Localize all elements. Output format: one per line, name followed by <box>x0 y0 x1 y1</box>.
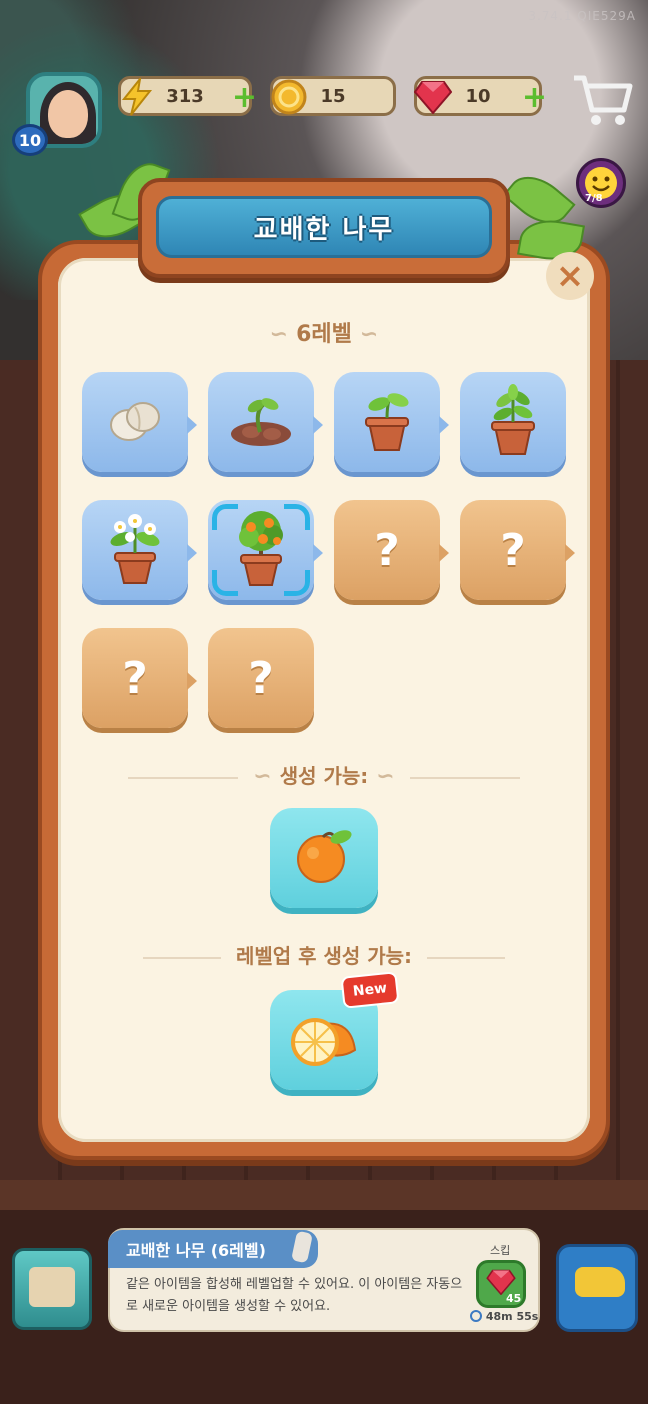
swirl-left-icon: ∽ <box>269 322 289 347</box>
arrow-icon <box>187 416 197 434</box>
stage-tile-3[interactable] <box>334 372 449 472</box>
orange-tree-pot-icon <box>229 509 293 591</box>
orange-icon <box>293 827 355 889</box>
item-info-tab[interactable]: 교배한 나무 (6레벨) <box>108 1230 318 1268</box>
stage-tile-1[interactable] <box>82 372 197 472</box>
coin-value: 15 <box>320 85 346 107</box>
arrow-icon <box>187 672 197 690</box>
divider-line <box>409 776 520 779</box>
unknown-label: ? <box>500 524 526 576</box>
produce-item-tile[interactable] <box>270 808 378 908</box>
sprouting-soil-icon <box>226 392 296 452</box>
version-label: 3.74.1 QIE529A <box>528 9 636 23</box>
unknown-label: ? <box>374 524 400 576</box>
after-levelup-heading: 레벨업 후 생성 가능: <box>90 940 558 969</box>
shopping-cart-icon[interactable] <box>570 70 636 130</box>
arrow-icon <box>439 416 449 434</box>
close-button[interactable]: × <box>546 252 594 300</box>
stage-tile-7-locked[interactable]: ? <box>334 500 449 600</box>
stage-tile-5[interactable] <box>82 500 197 600</box>
divider-line <box>128 776 239 779</box>
arrow-icon <box>187 544 197 562</box>
can-produce-heading: ∽ 생성 가능: ∽ <box>90 760 558 789</box>
arrow-icon <box>313 416 323 434</box>
walnut-seeds-icon <box>105 395 165 449</box>
unknown-label: ? <box>248 652 274 704</box>
divider-line <box>142 956 221 959</box>
avatar-face <box>48 90 88 138</box>
production-timer: 48m 55s <box>470 1310 538 1323</box>
storage-chest-icon[interactable] <box>12 1248 92 1330</box>
can-produce-text: 생성 가능: <box>279 764 369 788</box>
background-shelf <box>0 1180 648 1210</box>
gem-counter[interactable]: 10 + <box>414 76 547 116</box>
item-info-title: 교배한 나무 (6레벨) <box>126 1241 266 1260</box>
skip-label: 스킵 <box>490 1244 511 1257</box>
energy-value: 313 <box>166 85 204 107</box>
arrow-icon <box>439 544 449 562</box>
title-banner: 교배한 나무 <box>156 196 492 258</box>
new-badge: New <box>340 971 400 1009</box>
seedling-pot-icon <box>357 388 417 456</box>
flowering-plant-pot-icon <box>104 511 166 589</box>
stage-tile-9-locked[interactable]: ? <box>82 628 197 728</box>
swirl-right-icon: ∽ <box>376 764 395 789</box>
clock-icon <box>470 1310 482 1322</box>
divider-line <box>427 956 506 959</box>
arrow-icon <box>565 544 575 562</box>
drill-tool-icon[interactable] <box>556 1244 638 1332</box>
stage-tile-6-selected[interactable] <box>208 500 323 600</box>
skip-cost: 45 <box>506 1292 522 1305</box>
info-icon[interactable] <box>291 1230 313 1264</box>
energy-counter[interactable]: 313 + <box>118 76 257 116</box>
swirl-right-icon: ∽ <box>359 322 379 347</box>
quest-progress: 7/8 <box>585 193 603 204</box>
stage-tile-2[interactable] <box>208 372 323 472</box>
stage-tile-10-locked[interactable]: ? <box>208 628 314 728</box>
after-levelup-text: 레벨업 후 생성 가능: <box>235 944 413 968</box>
arrow-icon <box>313 544 323 562</box>
unknown-label: ? <box>122 652 148 704</box>
leafy-plant-pot-icon <box>483 384 543 460</box>
stage-tile-8-locked[interactable]: ? <box>460 500 575 600</box>
level-heading: ∽ 6레벨 ∽ <box>58 316 590 348</box>
stage-tile-4[interactable] <box>460 372 566 472</box>
title-board: 교배한 나무 <box>138 178 510 278</box>
coin-counter[interactable]: 15 <box>270 76 396 116</box>
dialog-title: 교배한 나무 <box>253 214 395 245</box>
level-heading-text: 6레벨 <box>296 322 352 347</box>
timer-value: 48m 55s <box>485 1310 539 1323</box>
item-description: 같은 아이템을 합성해 레벨업할 수 있어요. 이 아이템은 자동으로 새로운 … <box>126 1277 463 1314</box>
add-energy-plus-icon[interactable]: + <box>232 83 257 113</box>
gem-value: 10 <box>465 85 491 107</box>
player-level-badge: 10 <box>12 124 48 156</box>
orange-slice-icon <box>289 1010 359 1070</box>
swirl-left-icon: ∽ <box>253 764 272 789</box>
add-gems-plus-icon[interactable]: + <box>522 83 547 113</box>
